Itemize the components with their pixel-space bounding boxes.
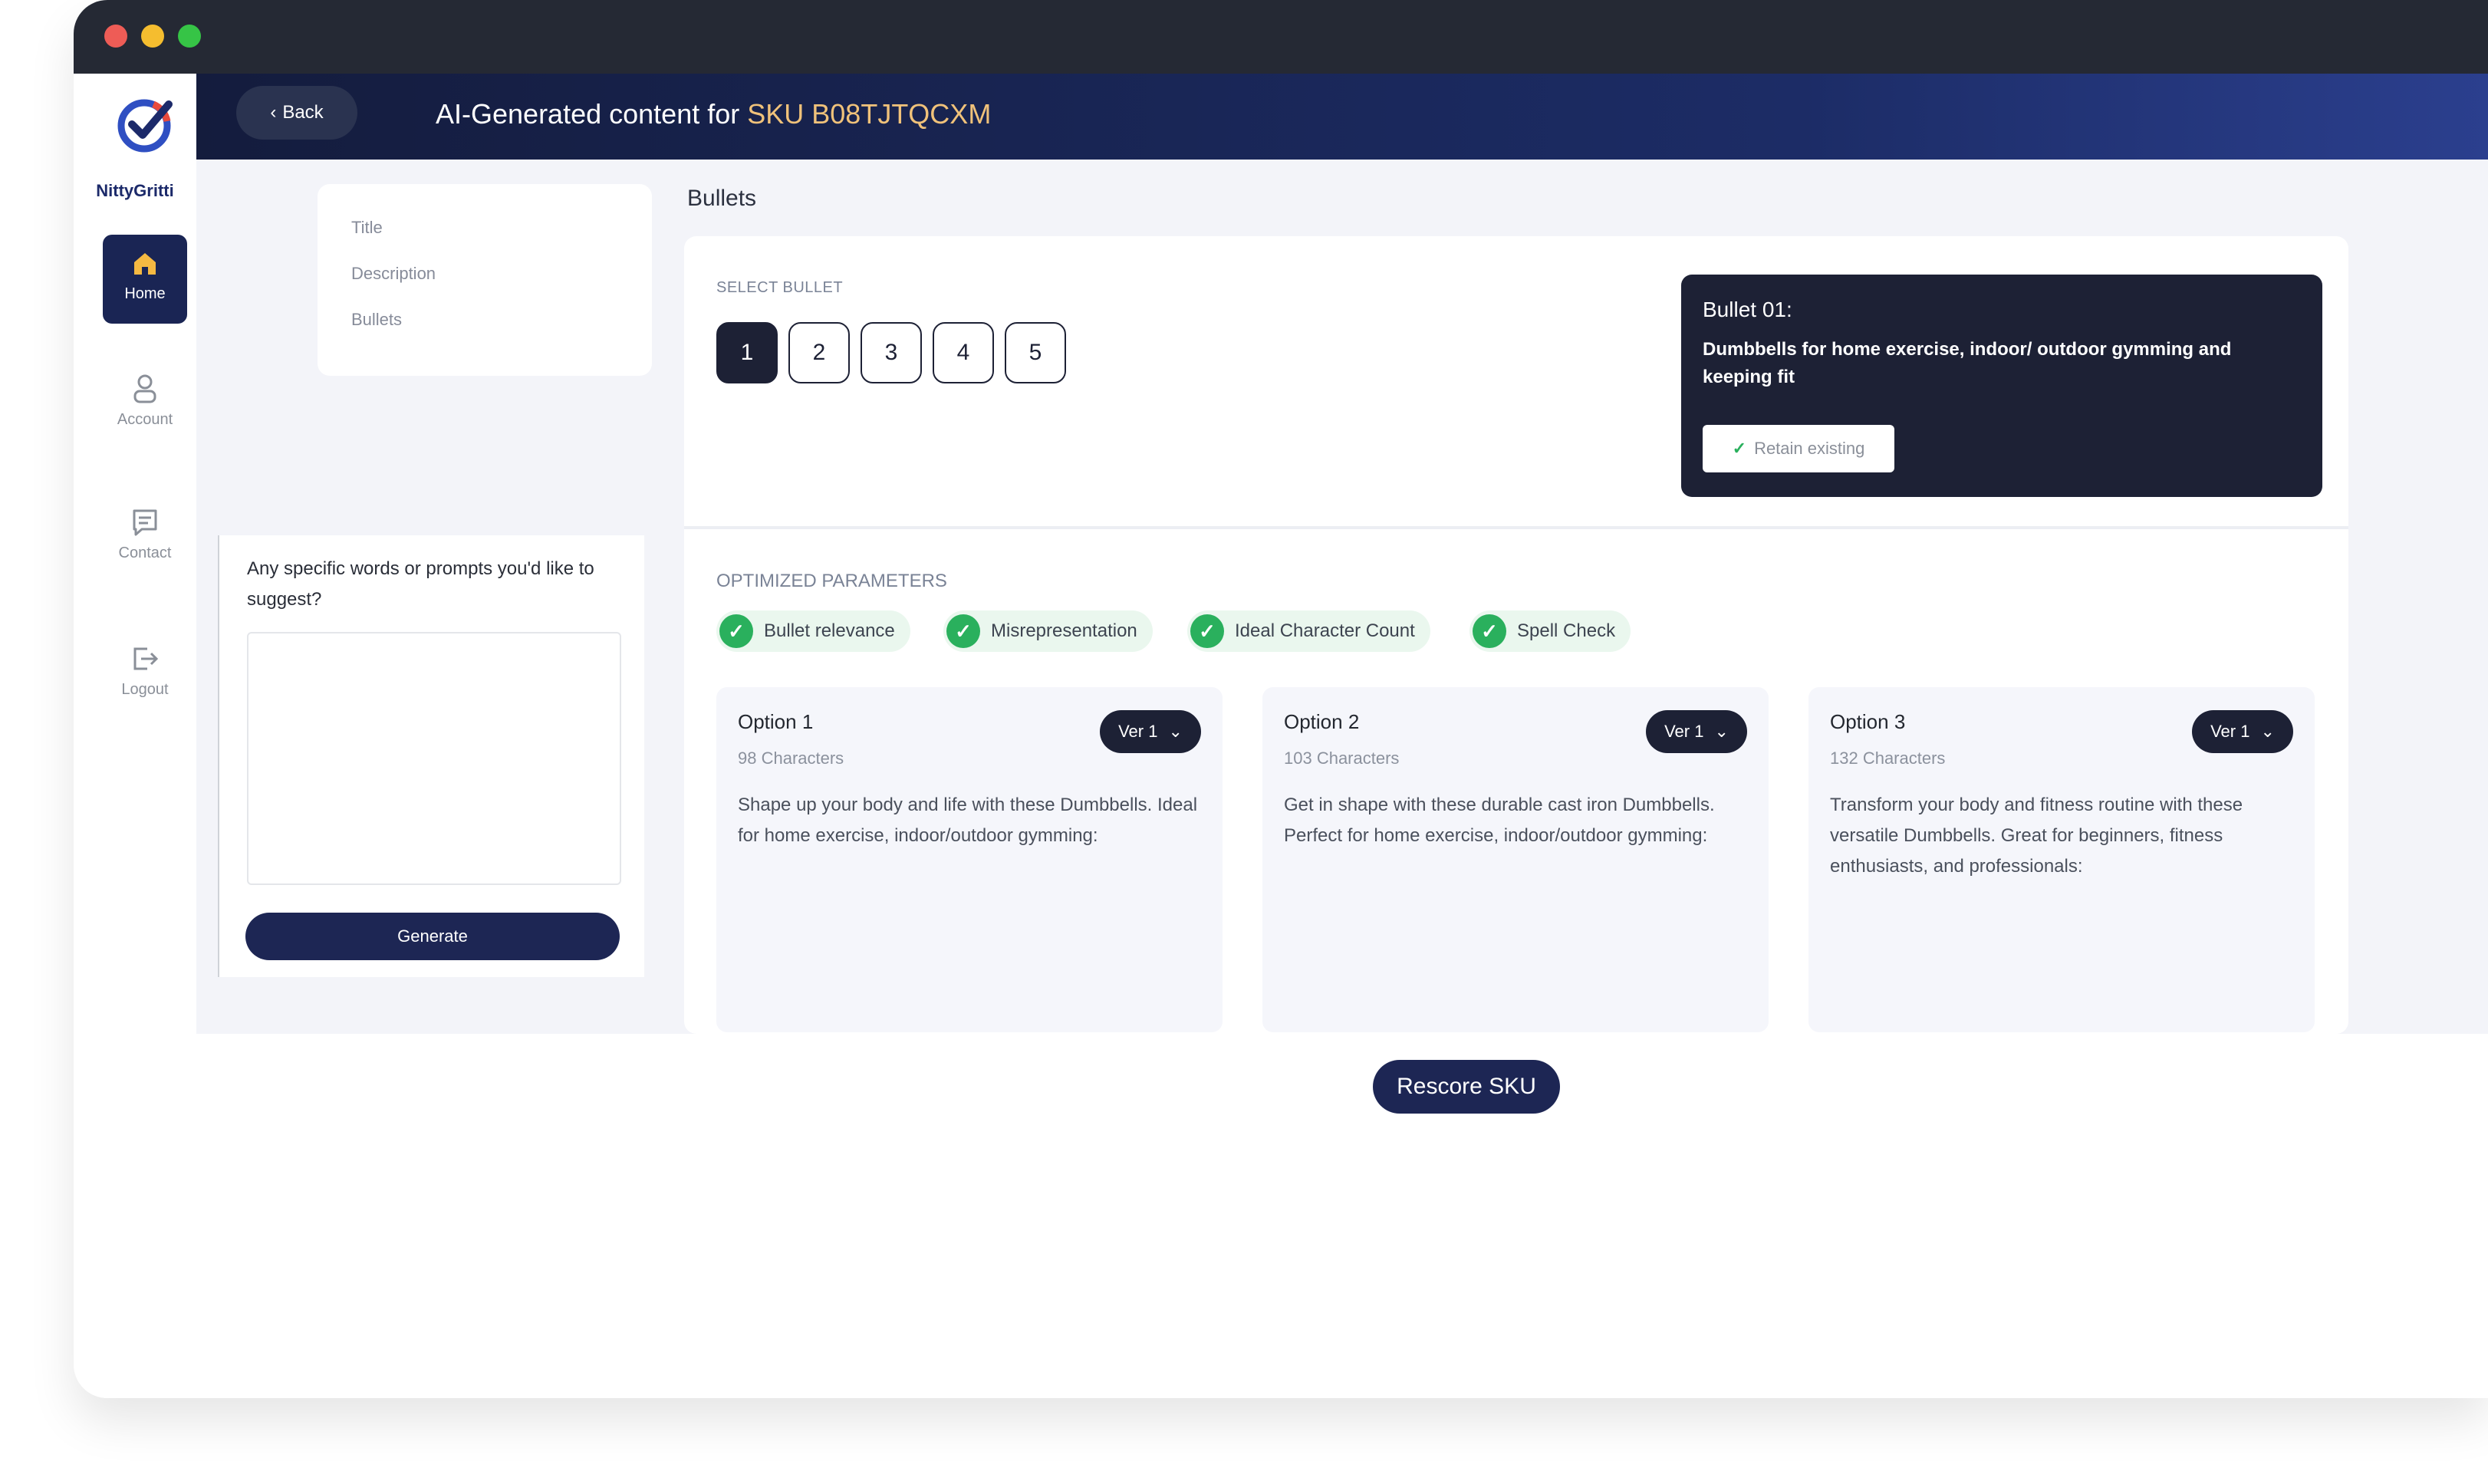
bullet-number-4[interactable]: 4 [933,322,994,383]
param-ideal-character-count: ✓ Ideal Character Count [1187,610,1430,652]
version-dropdown[interactable]: Ver 1 ⌄ [2192,710,2293,753]
sidebar-item-label: Logout [121,681,169,698]
check-icon: ✓ [1732,439,1747,458]
param-misrepresentation: ✓ Misrepresentation [943,610,1153,652]
section-nav-description[interactable]: Description [351,264,436,284]
minimize-window-button[interactable] [141,25,164,48]
sidebar-item-account[interactable]: Account [103,373,187,462]
current-bullet-text: Dumbbells for home exercise, indoor/ out… [1703,339,2232,387]
brand-logo[interactable]: NittyGritti [91,94,179,200]
sku-code: SKU B08TJTQCXM [747,98,992,130]
option-text: Get in shape with these durable cast iro… [1284,795,1715,846]
sidebar-item-label: Home [124,285,166,302]
current-bullet-card: Bullet 01: Dumbbells for home exercise, … [1681,275,2322,497]
version-label: Ver 1 [1118,722,1158,741]
main-content: Title Description Bullets Any specific w… [196,160,2488,1034]
version-label: Ver 1 [1664,722,1704,741]
select-bullet-label: SELECT BULLET [716,279,844,296]
option-character-count: 132 Characters [1830,749,1946,768]
brand-name: NittyGritti [96,181,174,200]
bullet-number-5[interactable]: 5 [1005,322,1066,383]
option-text: Shape up your body and life with these D… [738,795,1198,846]
option-text: Transform your body and fitness routine … [1830,795,2243,877]
bullet-number-1[interactable]: 1 [716,322,778,383]
app-window: NittyGritti Home Account Contact Logout … [74,0,2488,1398]
chevron-left-icon: ‹ [270,102,277,123]
version-label: Ver 1 [2210,722,2250,741]
option-title: Option 1 [738,710,814,733]
option-title: Option 3 [1830,710,1906,733]
back-button-label: Back [282,102,324,123]
bullets-panel: SELECT BULLET 1 2 3 4 5 Bullet 01: Dumbb… [684,236,2348,1034]
sidebar-item-home[interactable]: Home [103,235,187,324]
param-bullet-relevance: ✓ Bullet relevance [716,610,910,652]
version-dropdown[interactable]: Ver 1 ⌄ [1646,710,1747,753]
rescore-sku-button[interactable]: Rescore SKU [1373,1060,1560,1114]
optimized-parameters-label: OPTIMIZED PARAMETERS [716,571,947,591]
retain-existing-button[interactable]: ✓ Retain existing [1703,425,1894,472]
sidebar-item-contact[interactable]: Contact [103,508,187,597]
current-bullet-title: Bullet 01: [1703,298,1792,321]
retain-existing-label: Retain existing [1754,439,1865,458]
divider [684,526,2348,529]
section-nav: Title Description Bullets [318,184,652,376]
close-window-button[interactable] [104,25,127,48]
chevron-down-icon: ⌄ [2260,722,2275,741]
bullet-number-3[interactable]: 3 [861,322,922,383]
check-circle-icon: ✓ [1473,614,1506,648]
section-nav-bullets[interactable]: Bullets [351,310,402,330]
option-character-count: 98 Characters [738,749,844,768]
maximize-window-button[interactable] [178,25,201,48]
sidebar-item-logout[interactable]: Logout [103,644,187,733]
logout-icon [133,647,159,670]
sidebar-item-label: Contact [118,545,172,561]
window-titlebar [74,0,2488,74]
check-circle-icon: ✓ [719,614,753,648]
option-card-1[interactable]: Option 1 Ver 1 ⌄ 98 Characters Shape up y… [716,687,1223,1032]
version-dropdown[interactable]: Ver 1 ⌄ [1100,710,1201,753]
chevron-down-icon: ⌄ [1714,722,1729,741]
page-title-text: AI-Generated content for [436,98,740,130]
option-character-count: 103 Characters [1284,749,1400,768]
check-circle-icon: ✓ [946,614,980,648]
prompt-card: Any specific words or prompts you'd like… [218,535,644,977]
param-label: Misrepresentation [991,620,1137,641]
generate-button[interactable]: Generate [245,913,620,960]
param-label: Bullet relevance [764,620,895,641]
chevron-down-icon: ⌄ [1168,722,1183,741]
contact-icon [133,509,157,536]
prompt-label: Any specific words or prompts you'd like… [247,558,594,610]
option-title: Option 2 [1284,710,1360,733]
home-icon [134,253,156,275]
bullet-number-2[interactable]: 2 [788,322,850,383]
param-label: Spell Check [1517,620,1616,641]
bullets-heading: Bullets [687,186,757,211]
footer-bar: Rescore SKU [196,1034,2488,1134]
section-nav-title[interactable]: Title [351,218,383,238]
sidebar: NittyGritti Home Account Contact Logout [74,74,196,1398]
param-label: Ideal Character Count [1235,620,1415,641]
option-card-3[interactable]: Option 3 Ver 1 ⌄ 132 Characters Transform… [1808,687,2315,1032]
option-card-2[interactable]: Option 2 Ver 1 ⌄ 103 Characters Get in sh… [1262,687,1769,1032]
prompt-textarea[interactable] [247,632,621,885]
page-title: AI-Generated content for SKU B08TJTQCXM [436,98,991,130]
page-header: ‹ Back AI-Generated content for SKU B08TJ… [196,74,2488,160]
account-icon [133,374,156,403]
back-button[interactable]: ‹ Back [236,86,357,140]
logo-icon [117,99,173,153]
sidebar-item-label: Account [117,411,173,428]
param-spell-check: ✓ Spell Check [1469,610,1631,652]
check-circle-icon: ✓ [1190,614,1224,648]
